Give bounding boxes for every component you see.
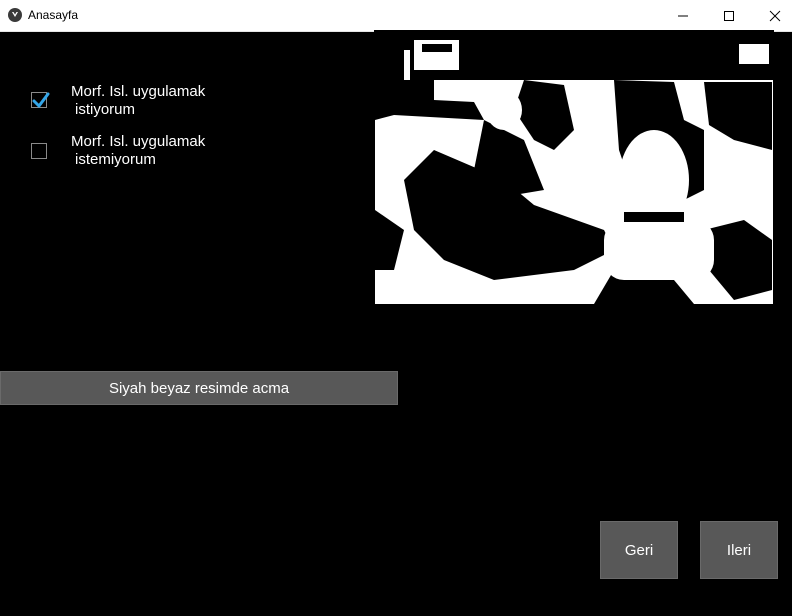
image-preview	[374, 30, 774, 306]
no-morph-label-line1: Morf. Isl. uygulamak	[71, 133, 206, 150]
next-button[interactable]: Ileri	[700, 521, 778, 579]
minimize-icon	[678, 15, 688, 16]
no-morph-checkbox[interactable]	[31, 143, 47, 159]
close-button[interactable]	[752, 0, 792, 31]
apply-morph-label: Morf. Isl. uygulamak istiyorum	[71, 83, 271, 119]
bw-open-button[interactable]: Siyah beyaz resimde acma	[0, 371, 398, 405]
maximize-button[interactable]	[706, 0, 752, 31]
maximize-icon	[724, 10, 734, 21]
back-button[interactable]: Geri	[600, 521, 678, 579]
black-white-image	[374, 30, 774, 306]
apply-morph-label-line1: Morf. Isl. uygulamak	[71, 83, 206, 100]
close-icon	[769, 10, 781, 21]
apply-morph-label-line2: istiyorum	[75, 101, 136, 118]
no-morph-label-line2: istemiyorum	[75, 151, 156, 168]
title-bar: Anasayfa	[0, 0, 792, 32]
checkmark-icon	[32, 92, 50, 108]
minimize-button[interactable]	[660, 0, 706, 31]
app-icon	[8, 8, 22, 22]
window-title: Anasayfa	[28, 8, 79, 22]
no-morph-label: Morf. Isl. uygulamak istemiyorum	[71, 133, 271, 169]
apply-morph-checkbox[interactable]	[31, 92, 50, 108]
